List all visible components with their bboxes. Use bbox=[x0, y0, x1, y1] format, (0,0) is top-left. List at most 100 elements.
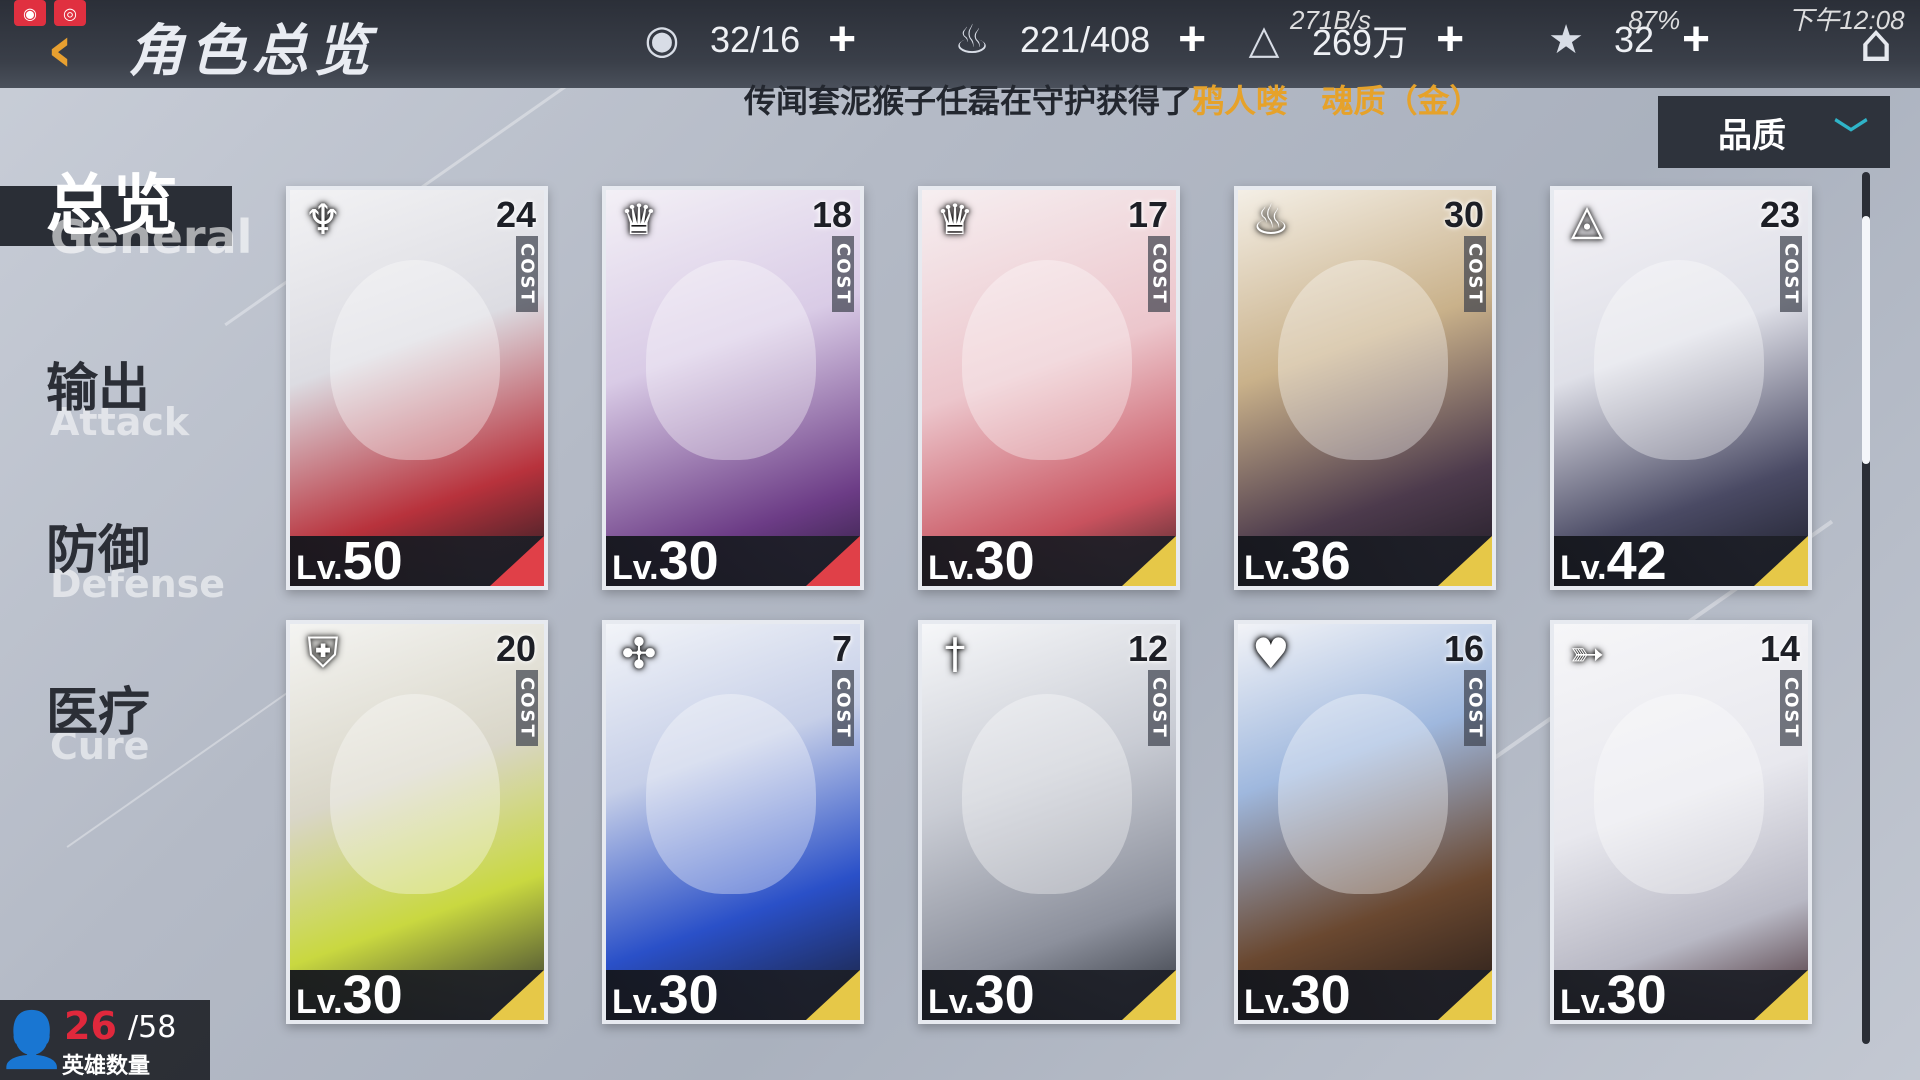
hero-level: 30 bbox=[974, 965, 1035, 1024]
nav-tab-cn-label: 输出 bbox=[46, 358, 151, 419]
hero-card[interactable]: ⛨ 20 COST Lv. 30 bbox=[286, 620, 548, 1024]
hero-portrait bbox=[1238, 624, 1492, 1020]
level-bar: Lv. 30 bbox=[922, 965, 1176, 1024]
hero-level: 50 bbox=[342, 531, 403, 590]
home-button[interactable]: ⌂ bbox=[1846, 14, 1906, 74]
hero-level: 30 bbox=[1290, 965, 1351, 1024]
nav-tab-cn-label: 总览 bbox=[46, 166, 178, 244]
rarity-corner bbox=[1122, 536, 1176, 586]
level-bar: Lv. 30 bbox=[606, 531, 860, 590]
nav-tab-cn-label: 防御 bbox=[46, 520, 151, 581]
level-bar: Lv. 30 bbox=[922, 531, 1176, 590]
scrollbar-thumb[interactable] bbox=[1862, 216, 1870, 464]
hero-count-current: 26 bbox=[64, 1004, 117, 1048]
hero-portrait bbox=[290, 624, 544, 1020]
level-bar: Lv. 30 bbox=[1238, 965, 1492, 1024]
level-bar: Lv. 30 bbox=[290, 965, 544, 1024]
demon-horns-icon: ♆ bbox=[304, 194, 342, 244]
marquee-item: 鸦人喽 bbox=[1192, 82, 1289, 120]
person-icon: 👤 bbox=[0, 1008, 66, 1071]
hero-card[interactable]: ♥ 16 COST Lv. 30 bbox=[1234, 620, 1496, 1024]
hero-portrait bbox=[290, 190, 544, 586]
resource-value: 221/408 bbox=[1020, 19, 1151, 60]
triangle-crystal-icon: △ bbox=[1248, 18, 1280, 62]
hero-card[interactable]: ♆ 24 COST Lv. 50 bbox=[286, 186, 548, 590]
hero-card[interactable]: ➳ 14 COST Lv. 30 bbox=[1550, 620, 1812, 1024]
page-title: 角色总览 bbox=[128, 18, 376, 84]
hero-portrait bbox=[1554, 190, 1808, 586]
hero-card[interactable]: ♛ 18 COST Lv. 30 bbox=[602, 186, 864, 590]
cost-label: COST bbox=[516, 670, 538, 746]
marquee-text: 传闻套泥猴子任磊在守护获得了 bbox=[744, 82, 1193, 120]
hero-card[interactable]: ♨ 30 COST Lv. 36 bbox=[1234, 186, 1496, 590]
sword-icon: † bbox=[944, 628, 966, 678]
hero-portrait bbox=[922, 190, 1176, 586]
nav-tab-cure[interactable]: Cure 医疗 bbox=[0, 670, 240, 790]
hero-portrait bbox=[1554, 624, 1808, 1020]
add-star-button[interactable]: + bbox=[1676, 16, 1716, 64]
hero-cost: 18 bbox=[811, 194, 852, 235]
hero-level: 36 bbox=[1290, 531, 1351, 590]
heart-wings-icon: ♥ bbox=[1252, 628, 1290, 678]
hero-cost: 20 bbox=[495, 628, 536, 669]
cost-label: COST bbox=[1464, 670, 1486, 746]
add-gold-button[interactable]: + bbox=[1430, 16, 1470, 64]
hero-level: 30 bbox=[974, 531, 1035, 590]
fox-mask-icon: ◬ bbox=[1570, 194, 1604, 244]
hero-level: 30 bbox=[342, 965, 403, 1024]
level-prefix: Lv. bbox=[612, 549, 659, 587]
nav-tab-general[interactable]: General 总览 bbox=[0, 158, 252, 278]
level-bar: Lv. 50 bbox=[290, 531, 544, 590]
level-prefix: Lv. bbox=[928, 549, 975, 587]
hero-count-panel: 👤 26 /58 英雄数量 bbox=[0, 1000, 210, 1080]
level-bar: Lv. 36 bbox=[1238, 531, 1492, 590]
hero-level: 30 bbox=[658, 531, 719, 590]
hero-card[interactable]: ♛ 17 COST Lv. 30 bbox=[918, 186, 1180, 590]
resource-value: 269万 bbox=[1312, 22, 1409, 63]
hero-cost: 24 bbox=[495, 194, 536, 235]
nav-tab-defense[interactable]: Defense 防御 bbox=[0, 508, 240, 628]
hero-card[interactable]: ✣ 7 COST Lv. 30 bbox=[602, 620, 864, 1024]
cost-label: COST bbox=[1780, 670, 1802, 746]
cost-label: COST bbox=[832, 236, 854, 312]
rarity-corner bbox=[1754, 970, 1808, 1020]
shuriken-icon: ✣ bbox=[621, 628, 657, 678]
cost-label: COST bbox=[516, 236, 538, 312]
rarity-corner bbox=[1122, 970, 1176, 1020]
home-icon: ⌂ bbox=[1859, 14, 1893, 74]
nav-tab-cn-label: 医疗 bbox=[46, 682, 151, 743]
chevron-left-icon: ‹ bbox=[46, 13, 74, 87]
level-prefix: Lv. bbox=[1560, 549, 1607, 587]
add-stamina-button[interactable]: + bbox=[822, 16, 862, 64]
level-prefix: Lv. bbox=[612, 983, 659, 1021]
rarity-corner bbox=[806, 970, 860, 1020]
hero-cost: 12 bbox=[1127, 628, 1168, 669]
hero-card[interactable]: † 12 COST Lv. 30 bbox=[918, 620, 1180, 1024]
add-flame-button[interactable]: + bbox=[1172, 16, 1212, 64]
hero-card[interactable]: ◬ 23 COST Lv. 42 bbox=[1550, 186, 1812, 590]
rarity-corner bbox=[1438, 536, 1492, 586]
sort-selected-value: 品质 bbox=[1718, 115, 1786, 156]
hero-cost: 14 bbox=[1759, 628, 1800, 669]
resource-flame: ♨ 221/408 + bbox=[946, 10, 1212, 70]
sort-dropdown[interactable]: 品质 ﹀ bbox=[1658, 96, 1890, 168]
hero-portrait bbox=[1238, 190, 1492, 586]
hero-count-max: /58 bbox=[128, 1010, 177, 1045]
resource-stamina: ◉ 32/16 + bbox=[636, 10, 862, 70]
cost-label: COST bbox=[1148, 236, 1170, 312]
back-button[interactable]: ‹ bbox=[20, 10, 100, 90]
marquee-quality: 魂质（金） bbox=[1321, 82, 1482, 120]
rarity-corner bbox=[806, 536, 860, 586]
nav-tab-attack[interactable]: Attack 输出 bbox=[0, 346, 240, 466]
hero-cost: 23 bbox=[1759, 194, 1800, 235]
shield-cross-icon: ⛨ bbox=[307, 628, 339, 677]
hero-cost: 17 bbox=[1127, 194, 1168, 235]
rarity-corner bbox=[1754, 536, 1808, 586]
broadcast-marquee: 传闻套泥猴子任磊在守护获得了鸦人喽 魂质（金） bbox=[744, 76, 1481, 122]
hero-portrait bbox=[606, 190, 860, 586]
hero-portrait bbox=[922, 624, 1176, 1020]
level-prefix: Lv. bbox=[1244, 549, 1291, 587]
rarity-corner bbox=[490, 536, 544, 586]
resource-star: ★ 32 + bbox=[1540, 10, 1716, 70]
hero-level: 30 bbox=[1606, 965, 1667, 1024]
